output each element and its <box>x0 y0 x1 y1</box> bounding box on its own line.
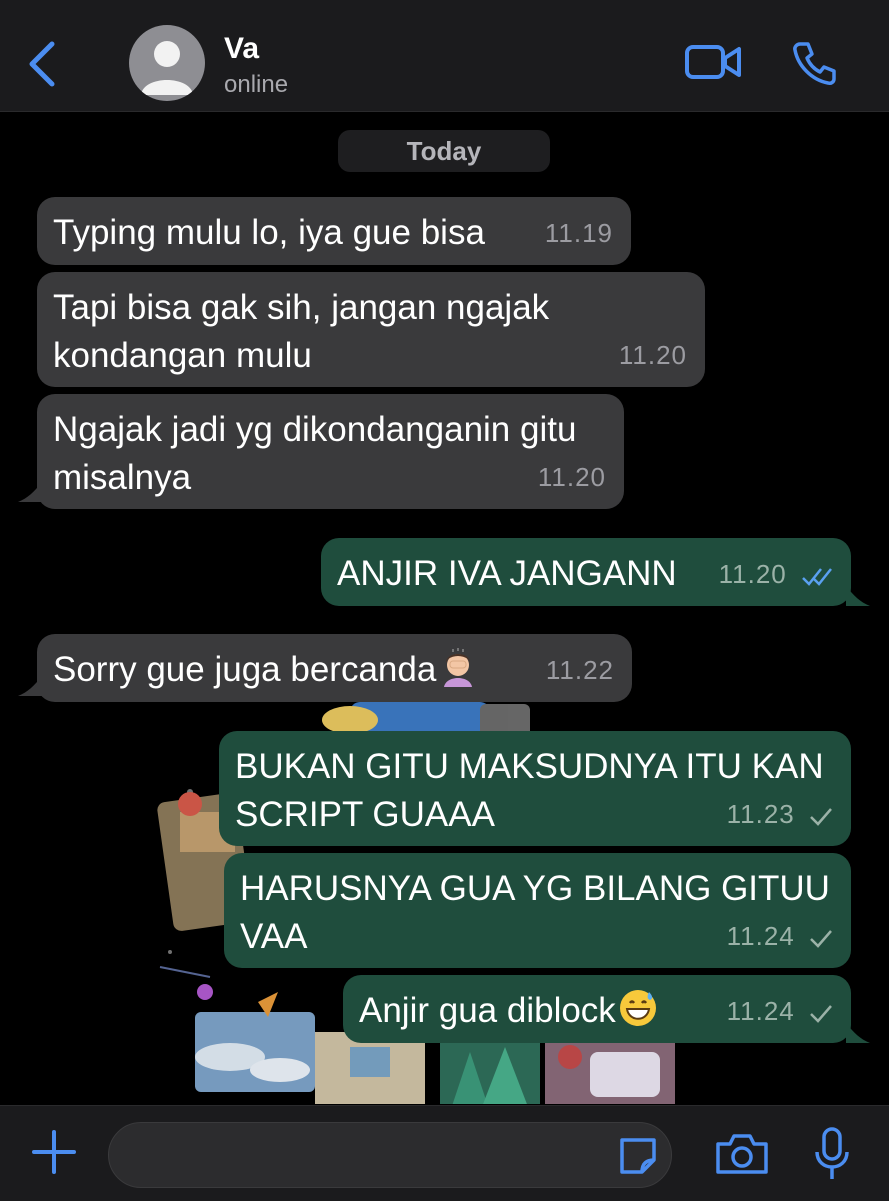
read-ticks-icon <box>802 568 832 586</box>
chat-area[interactable]: Today Typing mulu lo, iya gue bisa 11.19… <box>0 112 889 1104</box>
woman-facepalming-emoji <box>444 648 473 687</box>
incoming-message[interactable]: Typing mulu lo, iya gue bisa 11.19 <box>37 197 631 265</box>
incoming-message[interactable]: Ngajak jadi yg dikondanganin gitu misaln… <box>37 394 624 509</box>
message-time: 11.20 <box>537 462 606 492</box>
message-input[interactable] <box>108 1122 672 1188</box>
message-text-content: Anjir gua diblock <box>359 991 616 1030</box>
sent-tick-icon <box>810 808 832 826</box>
message-time-label: 11.23 <box>726 799 795 829</box>
bubble-tail <box>846 586 870 606</box>
message-text: Typing mulu lo, iya gue bisa <box>53 213 485 252</box>
message-text: Sorry gue juga bercanda <box>53 646 616 694</box>
chevron-left-icon[interactable] <box>24 38 60 90</box>
incoming-message[interactable]: Tapi bisa gak sih, jangan ngajak kondang… <box>37 272 705 387</box>
date-separator: Today <box>338 130 550 172</box>
microphone-icon[interactable] <box>812 1126 852 1182</box>
bubble-tail <box>18 676 42 696</box>
sent-tick-icon <box>810 1005 832 1023</box>
message-time-label: 11.24 <box>726 921 795 951</box>
message-time-label: 11.20 <box>718 559 787 589</box>
grinning-sweat-emoji <box>619 990 656 1026</box>
contact-status: online <box>224 71 289 98</box>
outgoing-message[interactable]: Anjir gua diblock 11.24 <box>343 975 851 1043</box>
message-time-label: 11.24 <box>726 996 795 1026</box>
outgoing-message[interactable]: BUKAN GITU MAKSUDNYA ITU KAN SCRIPT GUAA… <box>219 731 851 846</box>
message-time: 11.24 <box>727 987 833 1035</box>
message-time: 11.19 <box>544 218 613 248</box>
incoming-message[interactable]: Sorry gue juga bercanda 11.22 <box>37 634 632 702</box>
contact-name[interactable]: Va <box>224 32 259 66</box>
message-time: 11.20 <box>719 550 833 598</box>
message-time: 11.24 <box>727 912 833 960</box>
camera-icon[interactable] <box>714 1130 770 1178</box>
video-camera-icon[interactable] <box>684 40 742 84</box>
message-time: 11.23 <box>727 790 833 838</box>
avatar[interactable] <box>129 25 205 101</box>
sticker-icon[interactable] <box>616 1134 660 1178</box>
chat-header: Va online <box>0 0 889 112</box>
message-time: 11.20 <box>618 340 687 370</box>
outgoing-message[interactable]: HARUSNYA GUA YG BILANG GITUU VAA 11.24 <box>224 853 851 968</box>
outgoing-message[interactable]: ANJIR IVA JANGANN 11.20 <box>321 538 851 606</box>
message-text: Ngajak jadi yg dikondanganin gitu misaln… <box>53 410 577 497</box>
message-input-bar <box>0 1105 889 1201</box>
bubble-tail <box>18 482 42 502</box>
plus-icon[interactable] <box>30 1128 78 1176</box>
message-text: Tapi bisa gak sih, jangan ngajak kondang… <box>53 288 550 375</box>
message-text-content: Sorry gue juga bercanda <box>53 650 437 689</box>
default-avatar-icon <box>141 41 193 95</box>
bubble-tail <box>846 1023 870 1043</box>
message-time: 11.22 <box>545 655 614 685</box>
phone-icon[interactable] <box>792 40 838 86</box>
sent-tick-icon <box>810 930 832 948</box>
